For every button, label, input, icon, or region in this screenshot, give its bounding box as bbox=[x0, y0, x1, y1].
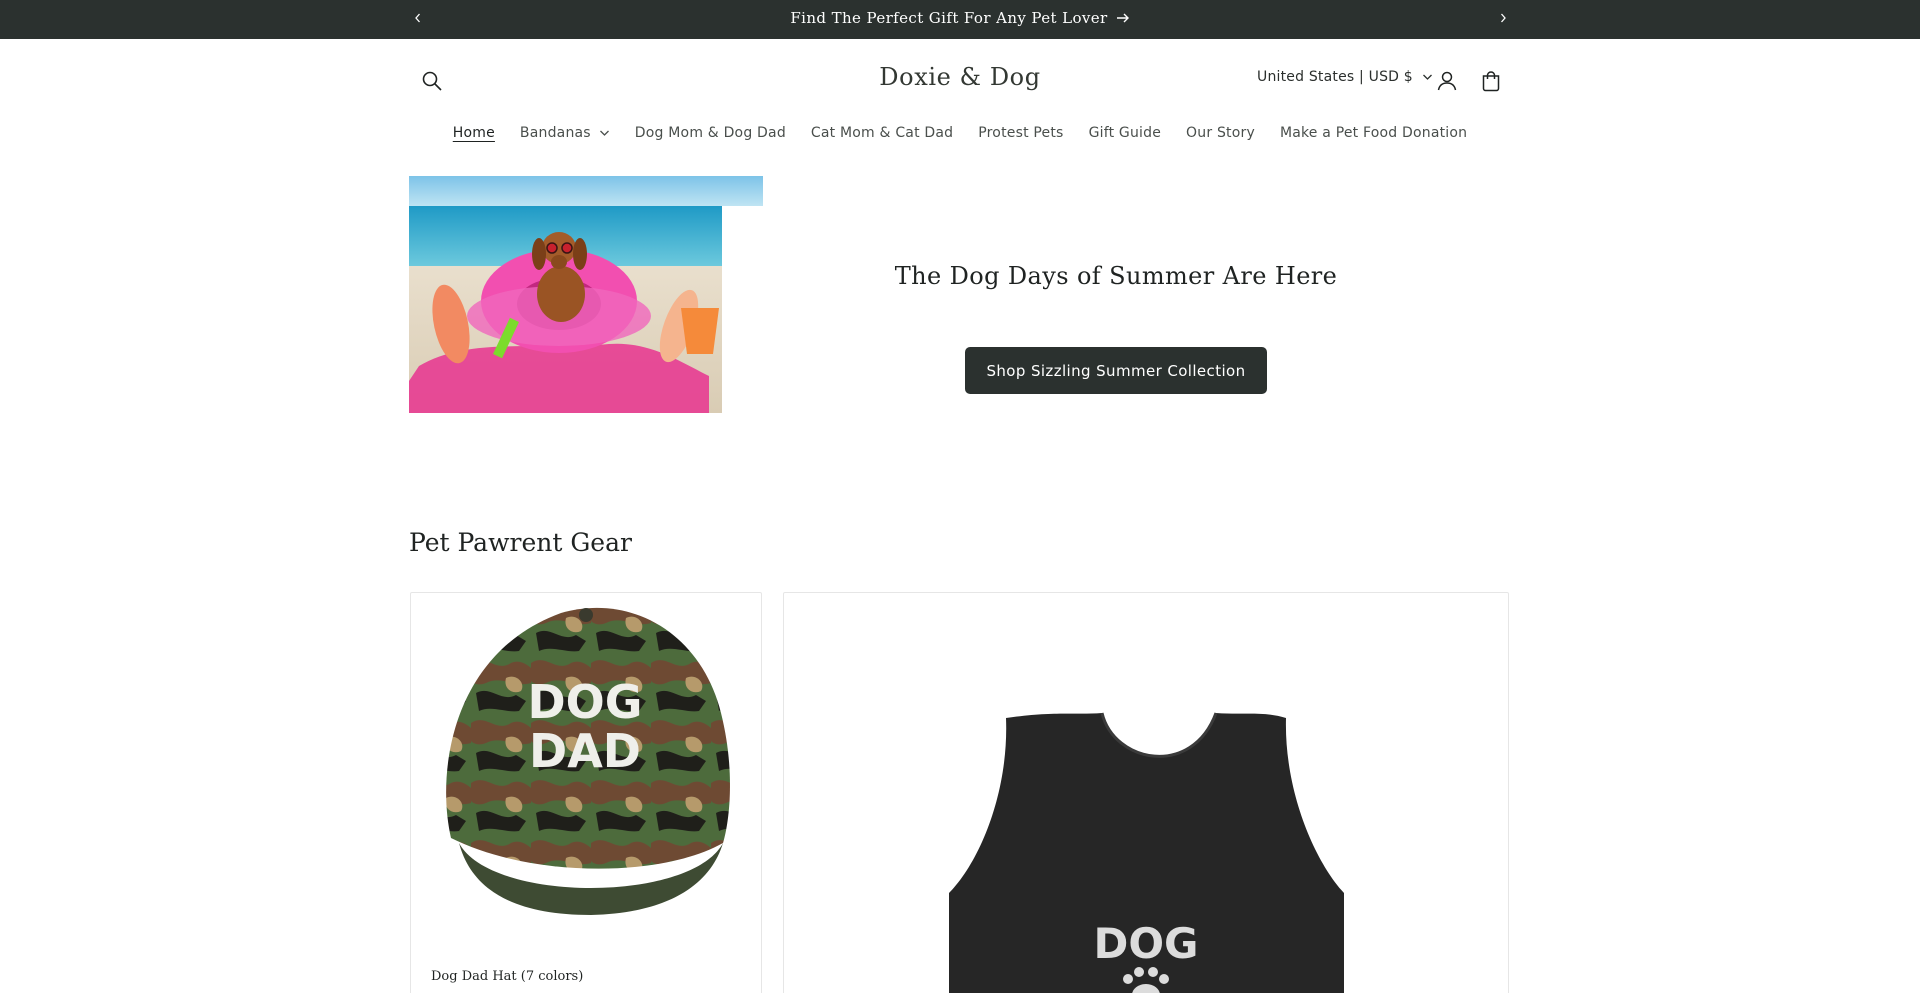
announcement-next-button[interactable] bbox=[1493, 8, 1513, 28]
nav-item-our-story[interactable]: Our Story bbox=[1174, 125, 1268, 141]
arrow-right-icon bbox=[1116, 12, 1130, 24]
cart-button[interactable] bbox=[1477, 67, 1505, 95]
nav-item-label: Bandanas bbox=[519, 125, 591, 141]
tank-text-dog: DOG bbox=[1093, 919, 1198, 968]
nav-item-gift-guide[interactable]: Gift Guide bbox=[1076, 125, 1173, 141]
product-card[interactable]: DOG DAD Dog Dad Hat (7 colors) bbox=[410, 592, 762, 993]
announcement-message[interactable]: Find The Perfect Gift For Any Pet Lover bbox=[0, 0, 1920, 35]
currency-selector[interactable]: United States | USD $ bbox=[1257, 69, 1433, 85]
hero-title: The Dog Days of Summer Are Here bbox=[894, 262, 1338, 290]
nav-item-label: Make a Pet Food Donation bbox=[1279, 125, 1468, 141]
product-card[interactable]: DOG bbox=[783, 592, 1509, 993]
chevron-down-icon bbox=[599, 129, 610, 137]
product-title[interactable]: Dog Dad Hat (7 colors) bbox=[431, 969, 583, 984]
hat-text-dad: DAD bbox=[529, 724, 641, 778]
nav-item-label: Protest Pets bbox=[978, 125, 1064, 141]
hat-text-dog: DOG bbox=[527, 675, 642, 729]
announcement-bar: Find The Perfect Gift For Any Pet Lover bbox=[0, 0, 1920, 39]
site-header: Doxie & Dog United States | USD $ Home B… bbox=[0, 39, 1920, 159]
nav-item-home[interactable]: Home bbox=[440, 125, 507, 141]
hero-image bbox=[409, 176, 763, 413]
nav-item-cat-mom-cat-dad[interactable]: Cat Mom & Cat Dad bbox=[798, 125, 965, 141]
product-image-dog-dad-hat: DOG DAD bbox=[446, 607, 730, 915]
nav-item-protest-pets[interactable]: Protest Pets bbox=[966, 125, 1076, 141]
site-logo[interactable]: Doxie & Dog bbox=[0, 63, 1920, 91]
currency-label: United States | USD $ bbox=[1257, 69, 1413, 85]
nav-item-label: Dog Mom & Dog Dad bbox=[634, 125, 786, 141]
account-button[interactable] bbox=[1433, 67, 1461, 95]
nav-item-label: Gift Guide bbox=[1088, 125, 1162, 141]
nav-item-pet-food-donation[interactable]: Make a Pet Food Donation bbox=[1267, 125, 1479, 141]
main-nav: Home Bandanas Dog Mom & Dog Dad Cat Mom … bbox=[0, 125, 1920, 141]
collection-title: Pet Pawrent Gear bbox=[409, 528, 632, 557]
nav-item-label: Cat Mom & Cat Dad bbox=[810, 125, 954, 141]
nav-item-dog-mom-dog-dad[interactable]: Dog Mom & Dog Dad bbox=[622, 125, 798, 141]
shop-summer-collection-button[interactable]: Shop Sizzling Summer Collection bbox=[965, 347, 1267, 394]
nav-item-label: Our Story bbox=[1186, 125, 1255, 141]
user-icon bbox=[1437, 71, 1457, 91]
product-image-dog-tank: DOG bbox=[949, 712, 1344, 993]
chevron-down-icon bbox=[1422, 73, 1433, 81]
announcement-text[interactable]: Find The Perfect Gift For Any Pet Lover bbox=[790, 9, 1107, 27]
nav-item-bandanas[interactable]: Bandanas bbox=[507, 125, 622, 141]
nav-item-label: Home bbox=[452, 125, 495, 141]
site-logo-text[interactable]: Doxie & Dog bbox=[879, 63, 1040, 91]
chevron-right-icon bbox=[1501, 13, 1506, 23]
cart-icon bbox=[1482, 71, 1500, 92]
